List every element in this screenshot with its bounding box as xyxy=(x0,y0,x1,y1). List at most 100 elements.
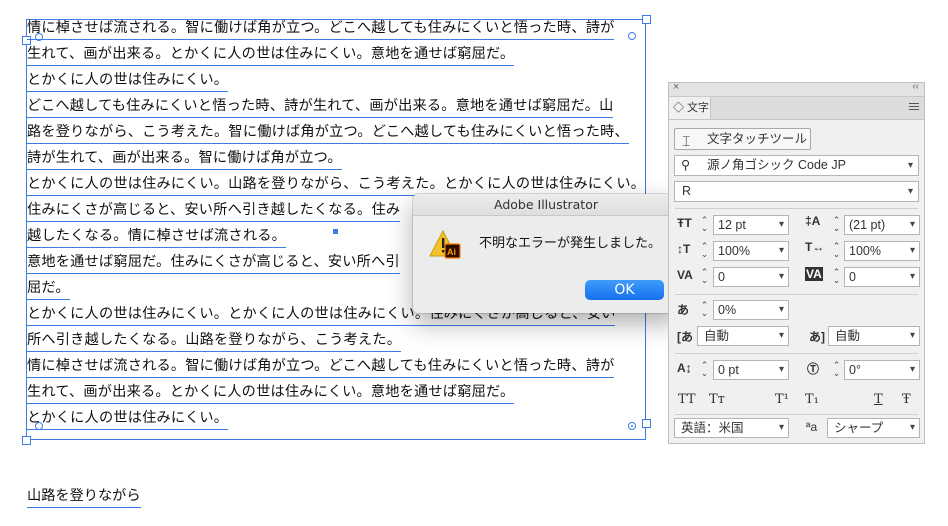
tab-character[interactable]: ◇ 文字 xyxy=(669,97,711,119)
horizontal-scale-icon: T↔ xyxy=(805,240,825,254)
font-style-select[interactable]: R ▾ xyxy=(674,181,919,202)
text-line: 所へ引き越したくなる。山路を登りながら、こう考えた。 xyxy=(27,331,402,352)
text-line: 屈だ。 xyxy=(27,279,70,300)
frame-handle-top-right[interactable] xyxy=(642,15,651,24)
point-text[interactable]: 山路を登りながら xyxy=(27,487,141,508)
text-line: とかくに人の世は住みにくい。 xyxy=(27,71,229,92)
chevron-down-icon: ▾ xyxy=(778,330,784,341)
tsume-field[interactable]: 0% ▾ xyxy=(713,300,789,320)
tsume-value: 0% xyxy=(718,303,737,317)
warning-illustrator-icon: Ai xyxy=(429,229,463,261)
character-panel: × ‹‹ ◇ 文字 ⌶ 文字タッチツール ⚲ 源ノ角ゴシック Code JP ▾… xyxy=(668,81,925,444)
font-size-value: 12 pt xyxy=(718,218,746,232)
chevron-down-icon: ▾ xyxy=(909,364,915,375)
font-family-value: 源ノ角ゴシック Code JP xyxy=(707,158,846,172)
rotation-stepper[interactable]: ⌃ ⌄ xyxy=(832,361,841,378)
aki-left-select[interactable]: 自動 ▾ xyxy=(697,326,789,346)
kerning-icon: VA xyxy=(677,268,693,282)
tsume-icon: あ xyxy=(677,303,690,317)
panel-close-icon[interactable]: × xyxy=(673,81,679,93)
text-line: 生れて、画が出来る。とかくに人の世は住みにくい。意地を通せば窮屈だ。 xyxy=(27,383,515,404)
kerning-stepper[interactable]: ⌃ ⌄ xyxy=(700,268,709,285)
antialias-select[interactable]: シャープ ▾ xyxy=(827,418,920,438)
touch-type-tool-button[interactable]: ⌶ 文字タッチツール xyxy=(674,128,811,150)
baseline-shift-value: 0 pt xyxy=(718,363,739,377)
aki-right-select[interactable]: 自動 ▾ xyxy=(828,326,920,346)
frame-thread-dot-right[interactable] xyxy=(628,32,636,40)
text-line: 住みにくさが高じると、安い所へ引き越したくなる。住み xyxy=(27,201,401,222)
kerning-value: 0 xyxy=(718,270,725,284)
aki-right-value: 自動 xyxy=(835,329,861,343)
text-line: とかくに人の世は住みにくい。山路を登りながら、こう考えた。とかくに人の世は住みに… xyxy=(27,175,646,196)
chevron-down-icon: ▾ xyxy=(778,245,784,256)
font-size-field[interactable]: 12 pt ▾ xyxy=(713,215,789,235)
font-style-value: R xyxy=(682,184,692,198)
tsume-stepper[interactable]: ⌃ ⌄ xyxy=(700,301,709,318)
aki-left-value: 自動 xyxy=(704,329,730,343)
aki-right-icon: あ] xyxy=(809,330,825,344)
small-caps-button[interactable]: Tт xyxy=(709,392,725,407)
kerning-field[interactable]: 0 ▾ xyxy=(713,267,789,287)
baseline-shift-stepper[interactable]: ⌃ ⌄ xyxy=(700,361,709,378)
baseline-shift-icon: A↨ xyxy=(677,361,692,375)
chevron-down-icon: ▾ xyxy=(909,422,915,433)
strikethrough-button[interactable]: Ŧ xyxy=(902,392,911,407)
leading-stepper[interactable]: ⌃ ⌄ xyxy=(832,216,841,233)
panel-collapse-icon[interactable]: ‹‹ xyxy=(912,81,919,92)
chevron-down-icon: ▾ xyxy=(907,160,913,171)
touch-type-icon: ⌶ xyxy=(682,133,691,149)
rotation-icon: Ⓣ xyxy=(807,362,820,376)
frame-center-point xyxy=(333,229,338,234)
frame-out-port[interactable] xyxy=(628,422,636,430)
tracking-icon: VA xyxy=(805,267,823,281)
chevron-down-icon: ▾ xyxy=(778,422,784,433)
antialias-value: シャープ xyxy=(834,421,884,435)
vertical-scale-value: 100% xyxy=(718,244,750,258)
panel-tabbar: ◇ 文字 xyxy=(669,97,924,120)
font-size-stepper[interactable]: ⌃ ⌄ xyxy=(700,216,709,233)
horizontal-scale-stepper[interactable]: ⌃ ⌄ xyxy=(832,242,841,259)
ok-button[interactable]: OK xyxy=(585,280,664,300)
vertical-scale-icon: ↕T xyxy=(677,242,691,256)
language-select[interactable]: 英語：米国 ▾ xyxy=(674,418,789,438)
horizontal-scale-field[interactable]: 100% ▾ xyxy=(844,241,920,261)
chevron-down-icon: ▾ xyxy=(909,219,915,230)
text-line: どこへ越しても住みにくいと悟った時、詩が生れて、画が出来る。意地を通せば窮屈だ。… xyxy=(27,97,614,118)
rotation-value: 0° xyxy=(849,363,861,377)
tracking-field[interactable]: 0 ▾ xyxy=(844,267,920,287)
all-caps-button[interactable]: TT xyxy=(678,392,696,407)
vertical-scale-field[interactable]: 100% ▾ xyxy=(713,241,789,261)
chevron-down-icon: ▾ xyxy=(909,245,915,256)
frame-handle-bottom-left[interactable] xyxy=(22,436,31,445)
chevron-down-icon: ▾ xyxy=(909,330,915,341)
panel-menu-icon[interactable] xyxy=(909,103,919,112)
aki-left-icon: [あ xyxy=(677,330,693,344)
text-line: 路を登りながら、こう考えた。智に働けば角が立つ。どこへ越しても住みにくいと悟った… xyxy=(27,123,629,144)
font-family-select[interactable]: ⚲ 源ノ角ゴシック Code JP ▾ xyxy=(674,155,919,176)
antialias-icon: ªa xyxy=(806,420,818,434)
frame-handle-bottom-right[interactable] xyxy=(642,419,651,428)
touch-type-label: 文字タッチツール xyxy=(707,132,808,146)
dialog-message: 不明なエラーが発生しました。 xyxy=(479,236,662,251)
text-line: 情に棹させば流される。智に働けば角が立つ。どこへ越しても住みにくいと悟った時、詩… xyxy=(27,357,615,378)
chevron-down-icon: ▾ xyxy=(778,304,784,315)
chevron-down-icon: ▾ xyxy=(778,219,784,230)
dialog-title: Adobe Illustrator xyxy=(413,194,679,216)
chevron-down-icon: ▾ xyxy=(778,271,784,282)
font-size-icon: ŦT xyxy=(677,216,692,230)
leading-field[interactable]: (21 pt) ▾ xyxy=(844,215,920,235)
text-line: 意地を通せば窮屈だ。住みにくさが高じると、安い所へ引 xyxy=(27,253,400,274)
tracking-value: 0 xyxy=(849,270,856,284)
chevron-down-icon: ▾ xyxy=(909,271,915,282)
superscript-button[interactable]: T¹ xyxy=(775,392,789,407)
panel-titlebar[interactable]: × ‹‹ xyxy=(669,81,924,97)
tracking-stepper[interactable]: ⌃ ⌄ xyxy=(832,268,841,285)
chevron-down-icon: ▾ xyxy=(907,186,913,197)
underline-button[interactable]: T xyxy=(874,392,883,407)
subscript-button[interactable]: T₁ xyxy=(805,392,819,407)
rotation-field[interactable]: 0° ▾ xyxy=(844,360,920,380)
baseline-shift-field[interactable]: 0 pt ▾ xyxy=(713,360,789,380)
search-icon: ⚲ xyxy=(681,158,691,172)
error-dialog: Adobe Illustrator Ai 不明なエラーが発生しました。 OK xyxy=(413,194,679,313)
vertical-scale-stepper[interactable]: ⌃ ⌄ xyxy=(700,242,709,259)
